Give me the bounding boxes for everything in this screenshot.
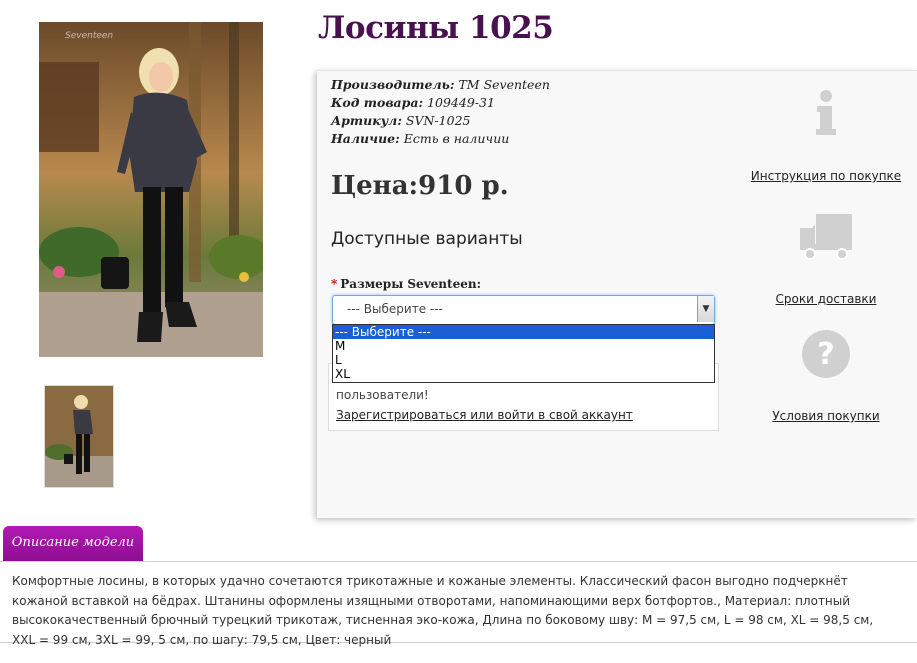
spec-availability: Наличие: Есть в наличии [331, 131, 510, 146]
tab-description[interactable]: Описание модели [3, 526, 143, 561]
size-select-value: --- Выберите --- [347, 302, 443, 316]
size-dropdown-list[interactable]: --- Выберите --- M L XL [332, 324, 715, 383]
required-mark: * [331, 277, 338, 291]
delivery-truck-icon [800, 214, 852, 260]
spec-manufacturer: Производитель: TM Seventeen [331, 77, 550, 92]
login-register-link[interactable]: Зарегистрироваться или войти в свой акка… [336, 408, 633, 422]
product-specs: Производитель: TM Seventeen Код товара: … [331, 76, 550, 148]
description-box: Комфортные лосины, в которых удачно соче… [0, 561, 917, 647]
instruction-link[interactable]: Инструкция по покупке [744, 169, 908, 183]
question-icon: ? [802, 330, 850, 378]
delivery-link[interactable]: Сроки доставки [744, 292, 908, 306]
thumbnail-image [45, 386, 113, 487]
product-info-panel: Производитель: TM Seventeen Код товара: … [317, 70, 917, 518]
delivery-block: Сроки доставки [744, 212, 908, 306]
info-icon [816, 90, 836, 135]
notice-text: пользователи! [336, 388, 429, 402]
product-main-photo[interactable]: Seventeen [39, 22, 263, 357]
terms-link[interactable]: Условия покупки [744, 409, 908, 423]
variants-heading: Доступные варианты [331, 229, 523, 249]
terms-block: ? Условия покупки [744, 329, 908, 423]
product-title: Лосины 1025 [318, 10, 554, 46]
svg-text:Seventeen: Seventeen [65, 31, 113, 41]
size-option[interactable]: M [333, 339, 714, 353]
svg-text:?: ? [817, 337, 834, 372]
size-option[interactable]: XL [333, 367, 714, 381]
description-text: Комфортные лосины, в которых удачно соче… [12, 574, 874, 647]
spec-article: Артикул: SVN-1025 [331, 113, 471, 128]
size-select[interactable]: --- Выберите --- ▼ [332, 295, 715, 325]
product-photo-image: Seventeen [39, 22, 263, 357]
product-thumbnail[interactable] [44, 385, 114, 488]
chevron-down-icon[interactable]: ▼ [697, 296, 714, 322]
size-label: * Размеры Seventeen: [331, 277, 481, 291]
size-option[interactable]: --- Выберите --- [333, 325, 714, 339]
size-option[interactable]: L [333, 353, 714, 367]
instruction-block: Инструкция по покупке [744, 89, 908, 183]
product-price: Цена:910 р. [331, 171, 509, 201]
spec-product-code: Код товара: 109449-31 [331, 95, 495, 110]
